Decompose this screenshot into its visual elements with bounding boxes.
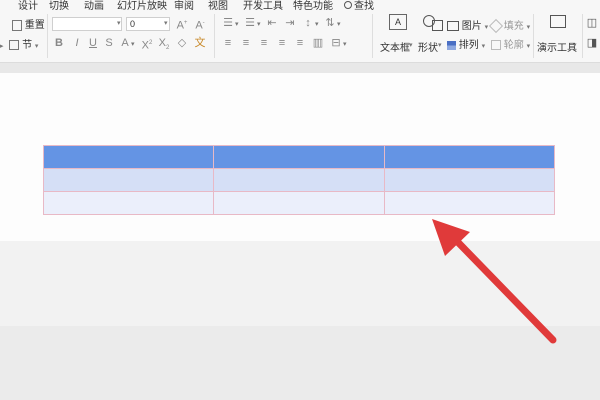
annotation-arrow-icon (432, 219, 557, 344)
